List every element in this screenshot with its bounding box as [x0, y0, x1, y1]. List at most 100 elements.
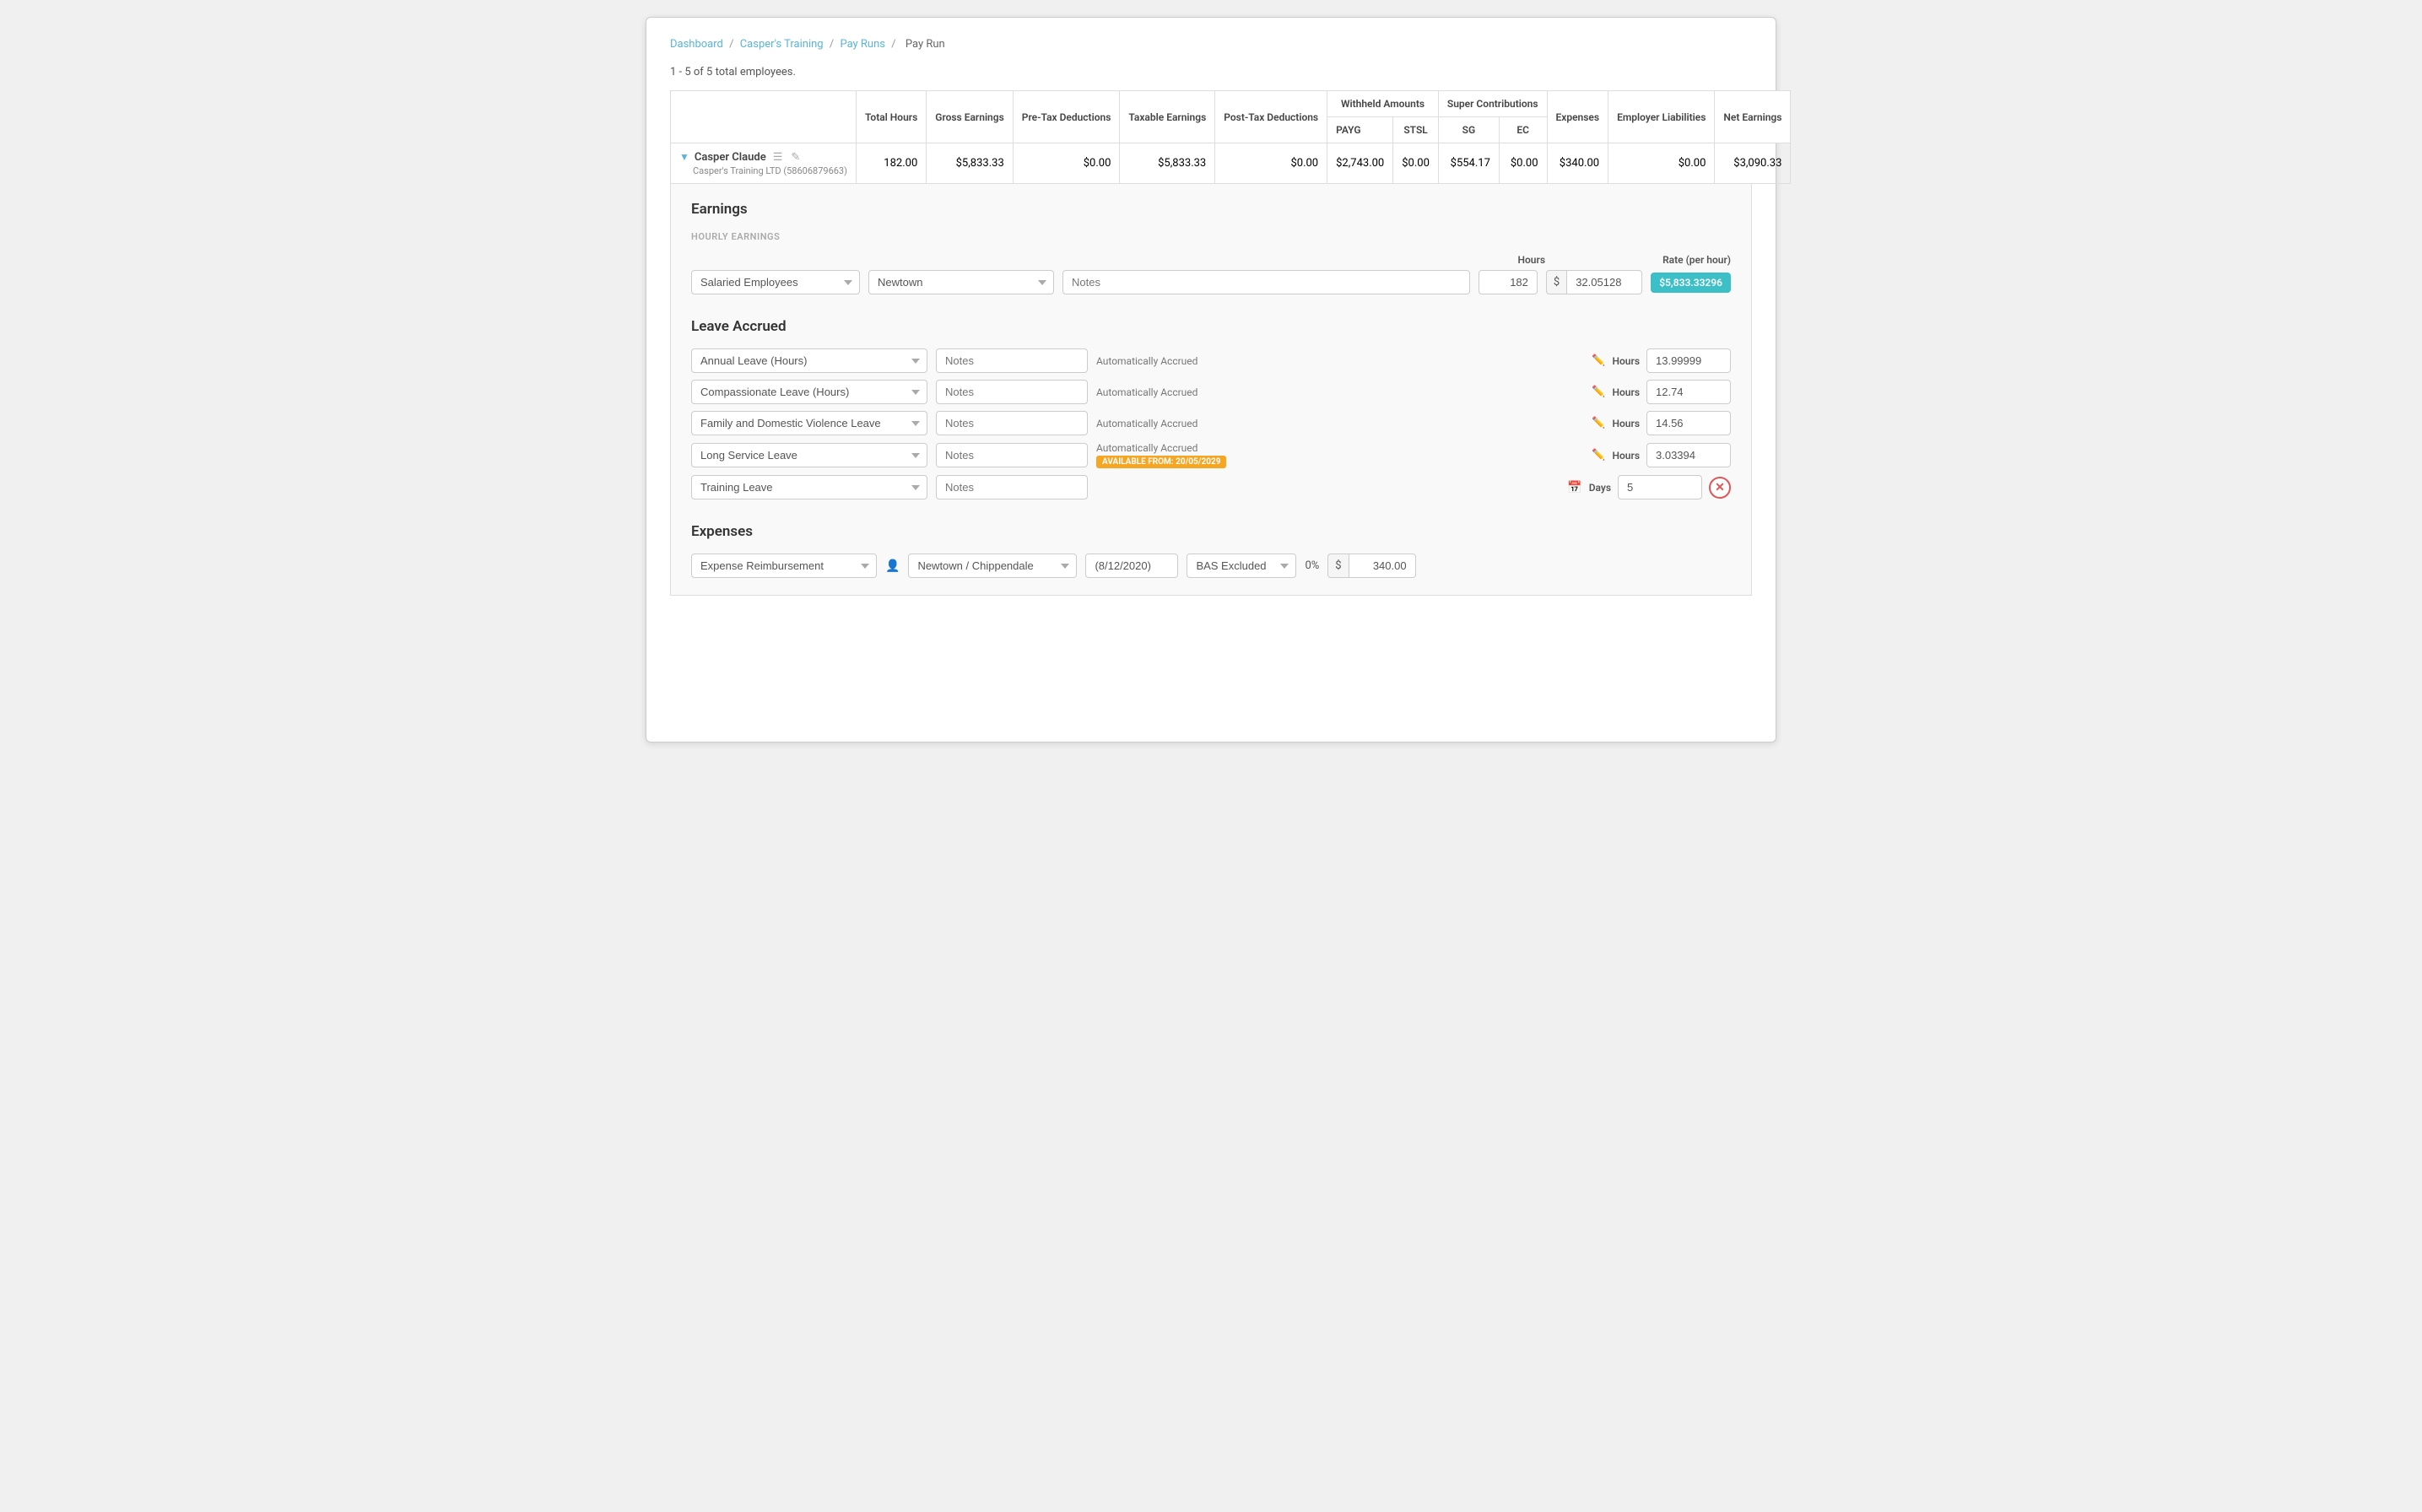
th-taxable-earnings: Taxable Earnings	[1120, 91, 1215, 143]
earnings-badge: $5,833.33296	[1651, 273, 1731, 293]
compassionate-unit-label: Hours	[1613, 386, 1640, 398]
expense-amount-group: $	[1327, 554, 1415, 578]
expanded-panel: Earnings HOURLY EARNINGS Hours Rate (per…	[670, 184, 1752, 596]
training-leave-notes[interactable]	[936, 475, 1088, 500]
breadcrumb-sep2: /	[830, 38, 834, 51]
earnings-notes-input[interactable]	[1062, 270, 1470, 294]
long-service-accrual-label: Automatically Accrued	[1096, 442, 1226, 454]
th-post-tax: Post-Tax Deductions	[1215, 91, 1327, 143]
family-accrual-label: Automatically Accrued	[1096, 418, 1206, 429]
td-payg: $2,743.00	[1327, 143, 1393, 184]
expense-type-select[interactable]: Expense Reimbursement	[691, 554, 877, 578]
long-service-leave-right: ✏️ Hours	[1592, 443, 1731, 467]
chevron-down-icon: ▼	[679, 151, 689, 163]
table-row: ▼ Casper Claude ☰ ✎ Casper's Training LT…	[671, 143, 1791, 184]
breadcrumb-payruns[interactable]: Pay Runs	[840, 38, 885, 51]
hourly-earnings-label: HOURLY EARNINGS	[691, 231, 1731, 242]
earnings-title: Earnings	[691, 201, 1731, 218]
td-gross-earnings: $5,833.33	[927, 143, 1014, 184]
th-ec: EC	[1499, 117, 1547, 143]
employee-company: Casper's Training LTD (58606879663)	[693, 165, 847, 176]
rate-col-label: Rate (per hour)	[1662, 254, 1731, 266]
breadcrumb-current: Pay Run	[906, 38, 945, 51]
rate-prefix: $	[1546, 270, 1566, 294]
family-leave-right: ✏️ Hours	[1592, 411, 1731, 435]
leave-row-family: Family and Domestic Violence Leave Autom…	[691, 411, 1731, 435]
earnings-hours-input[interactable]	[1479, 270, 1538, 294]
td-net-earnings: $3,090.33	[1715, 143, 1791, 184]
earnings-rate-input[interactable]	[1566, 270, 1642, 294]
main-window: Dashboard / Casper's Training / Pay Runs…	[646, 17, 1776, 742]
family-leave-select[interactable]: Family and Domestic Violence Leave	[691, 411, 927, 435]
pencil-icon-compassionate: ✏️	[1592, 386, 1605, 398]
annual-leave-select[interactable]: Annual Leave (Hours)	[691, 348, 927, 373]
earnings-row: Salaried Employees Newtown $ $5,833.3329…	[691, 270, 1731, 294]
th-stsl: STSL	[1393, 117, 1439, 143]
annual-hours-input[interactable]	[1646, 348, 1731, 373]
compassionate-hours-input[interactable]	[1646, 380, 1731, 404]
expenses-title: Expenses	[691, 523, 1731, 540]
breadcrumb-dashboard[interactable]: Dashboard	[670, 38, 723, 51]
person-icon: 👤	[885, 559, 900, 573]
th-total-hours: Total Hours	[856, 91, 926, 143]
earnings-type-select[interactable]: Salaried Employees	[691, 270, 860, 294]
available-from-badge: AVAILABLE FROM: 20/05/2029	[1096, 456, 1226, 468]
family-leave-notes[interactable]	[936, 411, 1088, 435]
td-stsl: $0.00	[1393, 143, 1439, 184]
leave-accrued-title: Leave Accrued	[691, 318, 1731, 335]
family-unit-label: Hours	[1613, 418, 1640, 429]
list-icon[interactable]: ☰	[771, 150, 785, 164]
earnings-location-select[interactable]: Newtown	[868, 270, 1054, 294]
compassionate-leave-notes[interactable]	[936, 380, 1088, 404]
th-employer-liabilities: Employer Liabilities	[1608, 91, 1715, 143]
employee-name: ▼ Casper Claude ☰ ✎	[679, 150, 847, 164]
leave-row-long-service: Long Service Leave Automatically Accrued…	[691, 442, 1731, 468]
th-withheld-group: Withheld Amounts	[1327, 91, 1439, 117]
hours-col-label: Hours	[1518, 254, 1545, 266]
long-service-unit-label: Hours	[1613, 450, 1640, 462]
long-service-accrual-info: Automatically Accrued AVAILABLE FROM: 20…	[1096, 442, 1226, 468]
training-remove-button[interactable]: ✕	[1709, 477, 1731, 499]
family-hours-input[interactable]	[1646, 411, 1731, 435]
annual-accrual-label: Automatically Accrued	[1096, 355, 1206, 367]
expense-bas-select[interactable]: BAS Excluded	[1187, 554, 1296, 578]
th-payg: PAYG	[1327, 117, 1393, 143]
earnings-section: Earnings HOURLY EARNINGS Hours Rate (per…	[691, 201, 1731, 294]
td-expenses: $340.00	[1547, 143, 1608, 184]
leave-accrued-section: Leave Accrued Annual Leave (Hours) Autom…	[691, 318, 1731, 500]
th-expenses: Expenses	[1547, 91, 1608, 143]
edit-icon[interactable]: ✎	[789, 150, 802, 164]
td-total-hours: 182.00	[856, 143, 926, 184]
training-leave-select[interactable]: Training Leave	[691, 475, 927, 500]
breadcrumb: Dashboard / Casper's Training / Pay Runs…	[670, 38, 1752, 51]
long-service-leave-notes[interactable]	[936, 443, 1088, 467]
long-service-hours-input[interactable]	[1646, 443, 1731, 467]
earnings-rate-group: $	[1546, 270, 1642, 294]
td-ec: $0.00	[1499, 143, 1547, 184]
pencil-icon-family: ✏️	[1592, 417, 1605, 429]
pencil-icon-long-service: ✏️	[1592, 449, 1605, 462]
expense-row: Expense Reimbursement 👤 Newtown / Chippe…	[691, 554, 1731, 578]
expense-date-input[interactable]	[1085, 554, 1178, 578]
expenses-section: Expenses Expense Reimbursement 👤 Newtown…	[691, 523, 1731, 578]
th-super-group: Super Contributions	[1438, 91, 1547, 117]
th-sg: SG	[1438, 117, 1499, 143]
long-service-leave-select[interactable]: Long Service Leave	[691, 443, 927, 467]
td-employer-liabilities: $0.00	[1608, 143, 1715, 184]
breadcrumb-training[interactable]: Casper's Training	[740, 38, 824, 51]
td-post-tax: $0.00	[1215, 143, 1327, 184]
td-taxable-earnings: $5,833.33	[1120, 143, 1215, 184]
th-gross-earnings: Gross Earnings	[927, 91, 1014, 143]
expense-location-select[interactable]: Newtown / Chippendale	[908, 554, 1077, 578]
compassionate-accrual-label: Automatically Accrued	[1096, 386, 1206, 398]
training-leave-right: 📅 Days ✕	[1567, 475, 1731, 500]
pencil-icon-annual: ✏️	[1592, 354, 1605, 367]
breadcrumb-sep1: /	[729, 38, 733, 51]
th-pre-tax: Pre-Tax Deductions	[1013, 91, 1120, 143]
expense-amount-input[interactable]	[1349, 554, 1416, 578]
annual-leave-notes[interactable]	[936, 348, 1088, 373]
td-sg: $554.17	[1438, 143, 1499, 184]
compassionate-leave-select[interactable]: Compassionate Leave (Hours)	[691, 380, 927, 404]
training-days-input[interactable]	[1618, 475, 1702, 500]
compassionate-leave-right: ✏️ Hours	[1592, 380, 1731, 404]
